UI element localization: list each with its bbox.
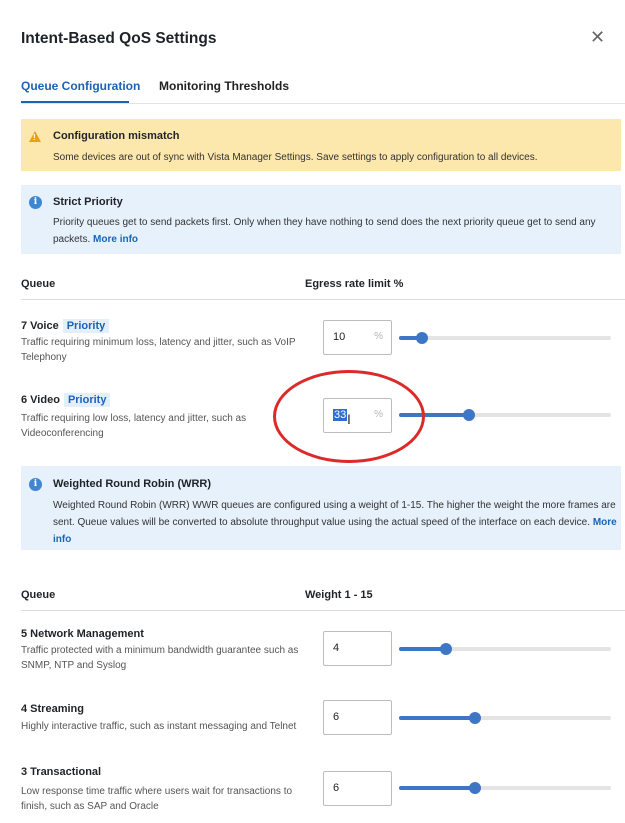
queue-name: 5 Network Management (21, 628, 144, 640)
info-title: Weighted Round Robin (WRR) (53, 478, 212, 490)
network-management-weight-slider[interactable] (399, 643, 611, 655)
tab-queue-configuration[interactable]: Queue Configuration (21, 79, 140, 93)
input-value: 6 (333, 782, 340, 794)
input-value: 6 (333, 711, 340, 723)
transactional-weight-slider[interactable] (399, 782, 611, 794)
queue-description: Traffic requiring low loss, latency and … (21, 413, 247, 439)
priority-badge: Priority (63, 393, 111, 407)
column-queue: Queue (21, 589, 56, 601)
warning-icon: ! (29, 131, 41, 142)
column-weight: Weight 1 - 15 (305, 589, 373, 601)
header-divider (21, 610, 625, 611)
queue-name: 6 Video Priority (21, 393, 111, 407)
queue-label: 6 Video (21, 394, 60, 406)
tabs-divider (21, 103, 625, 104)
queue-description: Highly interactive traffic, such as inst… (21, 721, 297, 732)
slider-thumb[interactable] (469, 712, 482, 724)
strict-priority-info: i Strict Priority Priority queues get to… (21, 185, 621, 254)
info-body: Weighted Round Robin (WRR) WWR queues ar… (53, 500, 616, 528)
red-annotation-circle (273, 370, 425, 463)
queue-name: 7 Voice Priority (21, 319, 110, 333)
info-icon: i (29, 196, 42, 209)
info-text: Weighted Round Robin (WRR) WWR queues ar… (53, 497, 625, 548)
column-egress-rate: Egress rate limit % (305, 278, 404, 290)
input-value: 10 (333, 331, 346, 343)
info-text: Priority queues get to send packets firs… (53, 214, 613, 248)
close-icon[interactable]: ✕ (590, 27, 605, 47)
slider-thumb[interactable] (416, 332, 429, 344)
slider-fill (399, 647, 446, 651)
banner-text: Some devices are out of sync with Vista … (53, 152, 538, 163)
queue-label: 7 Voice (21, 320, 59, 332)
priority-badge: Priority (62, 319, 110, 333)
header-divider (21, 299, 625, 300)
slider-fill (399, 716, 476, 720)
video-rate-slider[interactable] (399, 409, 611, 421)
streaming-weight-input[interactable]: 6 (323, 700, 392, 735)
config-mismatch-banner: ! Configuration mismatch Some devices ar… (21, 119, 621, 171)
info-icon: i (29, 478, 42, 491)
input-value: 4 (333, 642, 340, 654)
network-management-weight-input[interactable]: 4 (323, 631, 392, 666)
info-title: Strict Priority (53, 196, 123, 208)
slider-fill (399, 786, 476, 790)
queue-description: Traffic requiring minimum loss, latency … (21, 337, 296, 363)
transactional-weight-input[interactable]: 6 (323, 771, 392, 806)
column-queue: Queue (21, 278, 56, 290)
unit-label: % (374, 331, 383, 342)
voice-rate-input[interactable]: 10 % (323, 320, 392, 355)
banner-title: Configuration mismatch (53, 130, 180, 142)
more-info-link[interactable]: More info (93, 234, 138, 245)
wrr-info: i Weighted Round Robin (WRR) Weighted Ro… (21, 466, 621, 550)
slider-thumb[interactable] (462, 409, 475, 421)
slider-thumb[interactable] (469, 782, 482, 794)
voice-rate-slider[interactable] (399, 332, 611, 344)
slider-thumb[interactable] (439, 643, 452, 655)
queue-name: 3 Transactional (21, 766, 102, 778)
queue-name: 4 Streaming (21, 703, 84, 715)
streaming-weight-slider[interactable] (399, 712, 611, 724)
tab-monitoring-thresholds[interactable]: Monitoring Thresholds (159, 79, 289, 93)
queue-description: Traffic protected with a minimum bandwid… (21, 645, 299, 671)
dialog-title: Intent-Based QoS Settings (21, 30, 217, 47)
queue-description: Low response time traffic where users wa… (21, 786, 293, 812)
qos-settings-dialog: Intent-Based QoS Settings ✕ Queue Config… (0, 0, 625, 823)
